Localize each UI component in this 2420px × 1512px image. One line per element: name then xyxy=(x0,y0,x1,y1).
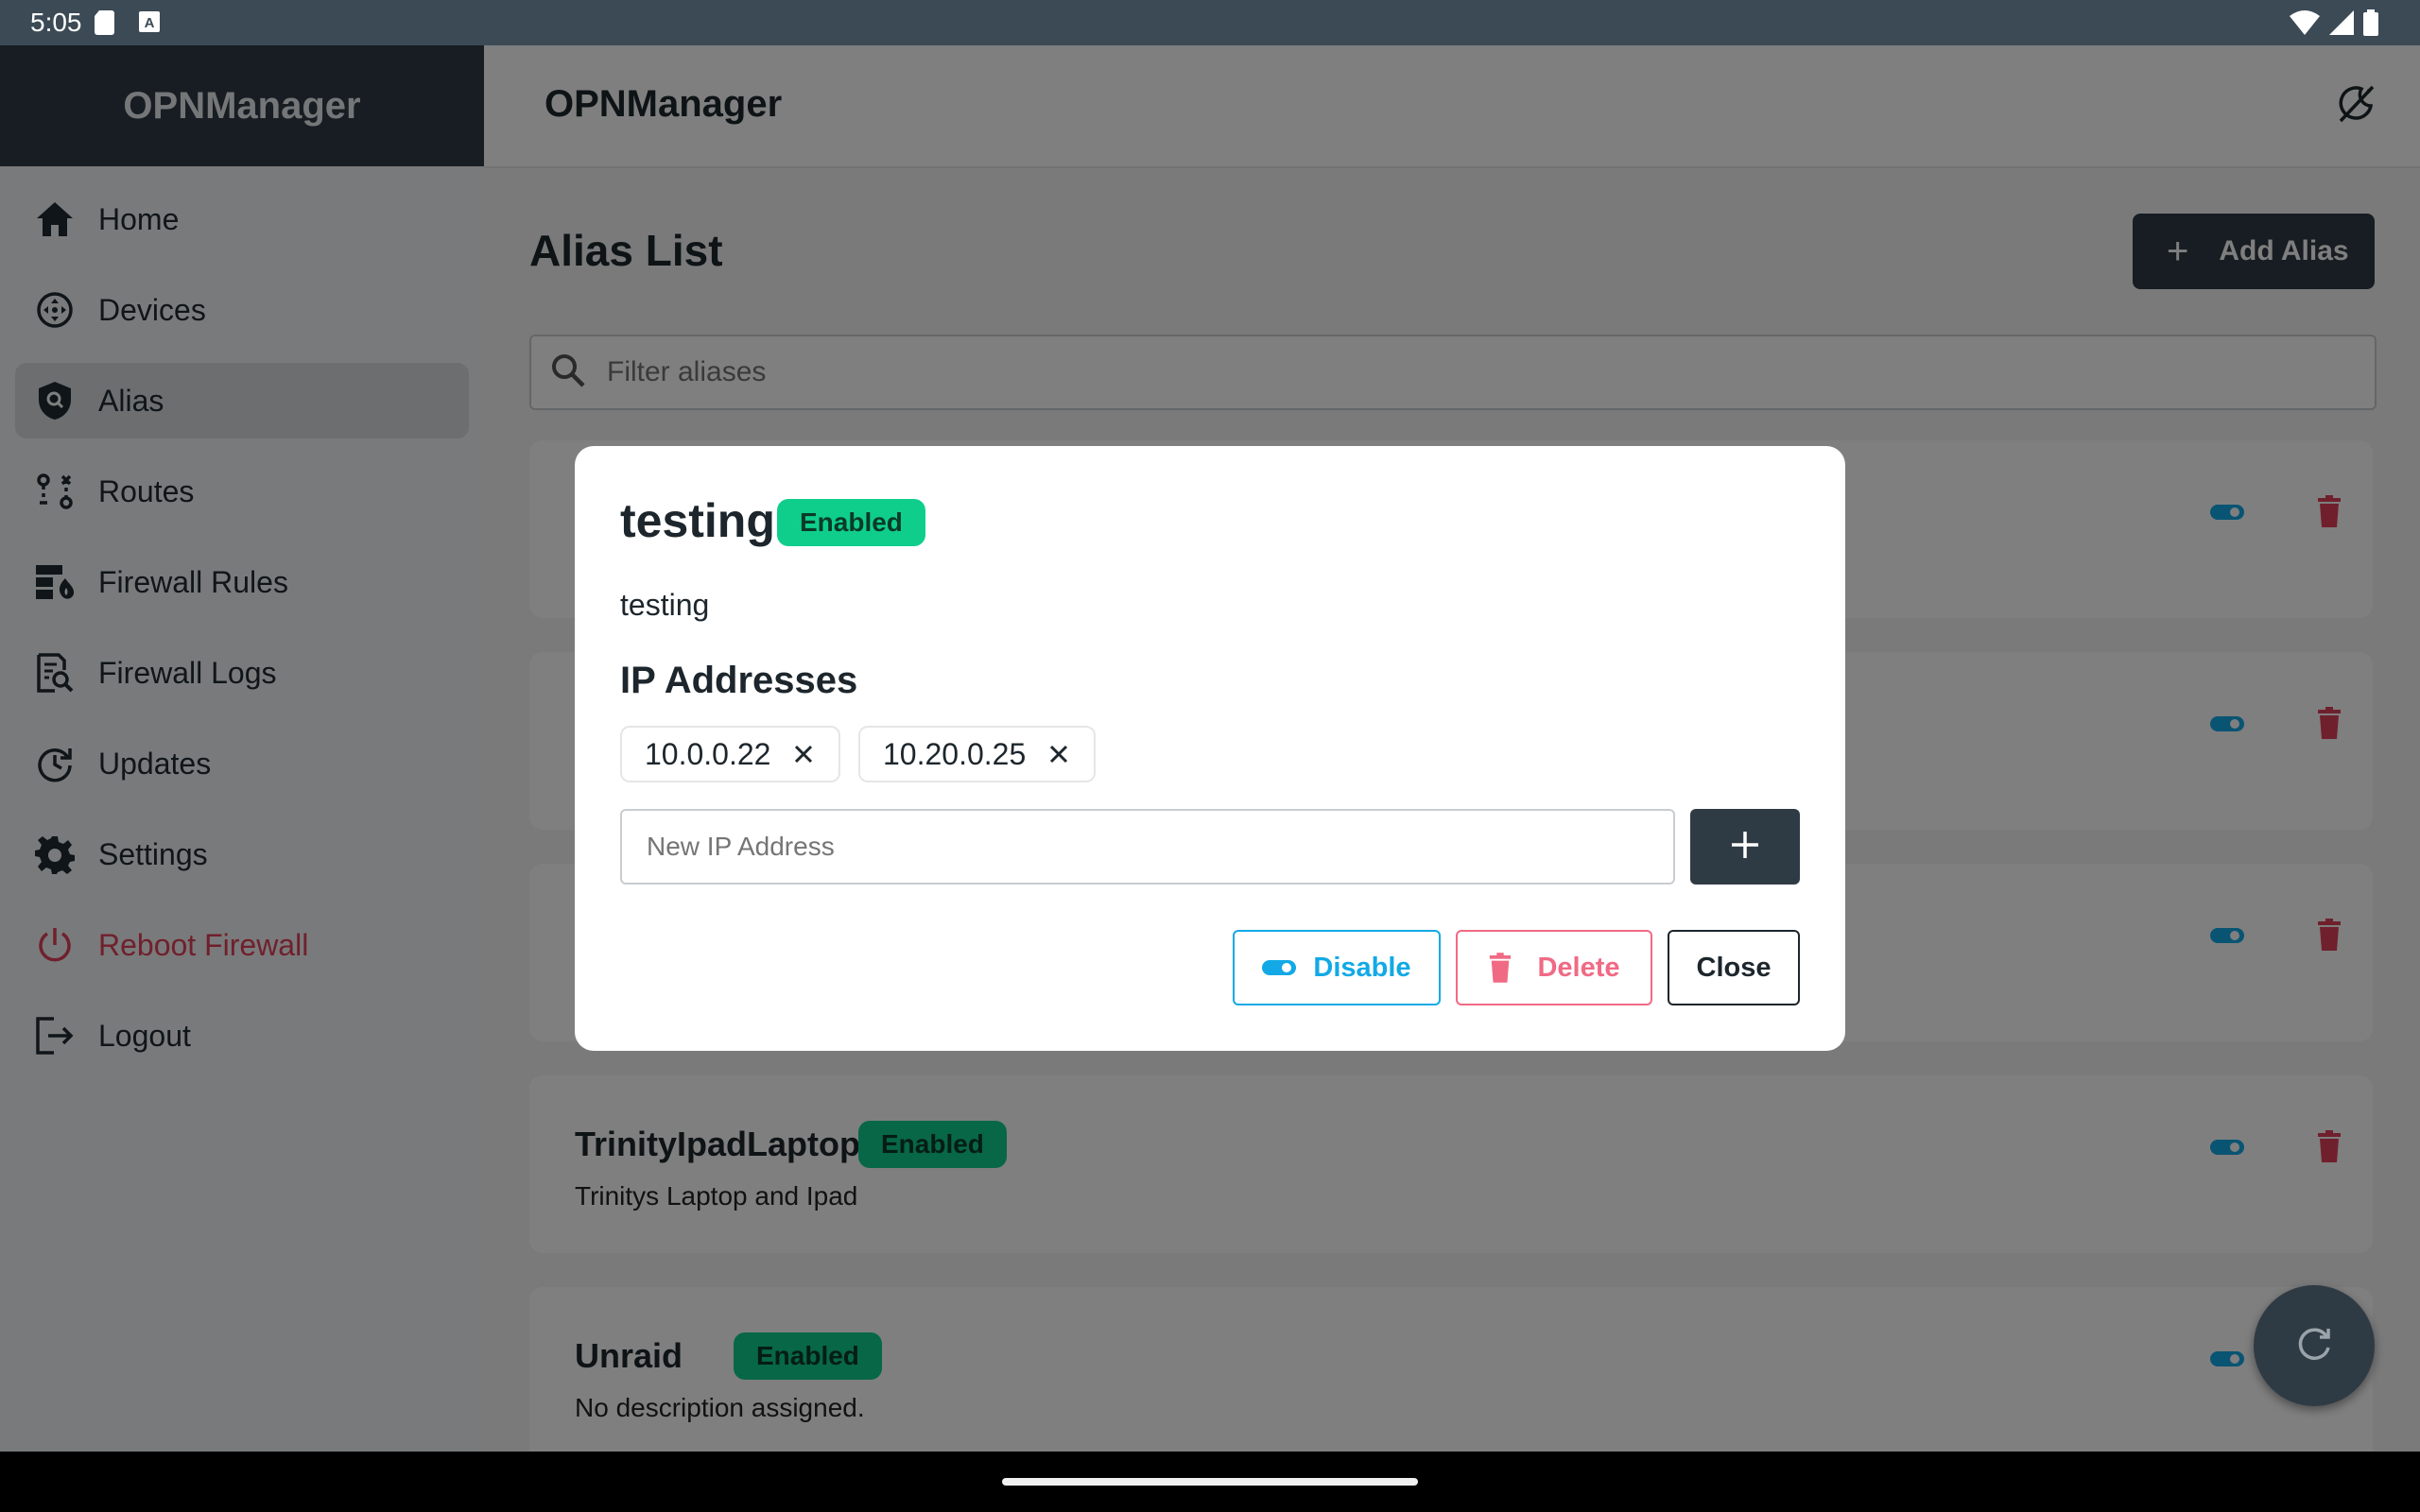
ip-chip-label: 10.0.0.22 xyxy=(645,736,771,771)
alias-detail-dialog: testing Enabled testing IP Addresses 10.… xyxy=(575,446,1845,1051)
ip-chip: 10.20.0.25 xyxy=(858,726,1097,782)
disable-button[interactable]: Disable xyxy=(1233,930,1441,1005)
toggle-icon xyxy=(1262,958,1297,977)
signal-icon xyxy=(2329,10,2354,40)
disable-label: Disable xyxy=(1313,952,1411,983)
new-ip-field[interactable] xyxy=(620,809,1675,885)
ip-addresses-heading: IP Addresses xyxy=(620,660,858,701)
plus-icon xyxy=(1730,830,1760,865)
wifi-icon xyxy=(2290,10,2320,40)
status-time: 5:05 xyxy=(30,8,82,37)
svg-text:A: A xyxy=(145,15,155,31)
ip-chip-label: 10.20.0.25 xyxy=(883,736,1027,771)
sd-card-icon xyxy=(95,10,115,40)
keyboard-a-icon: A xyxy=(138,10,161,38)
gesture-handle[interactable] xyxy=(1002,1478,1418,1486)
battery-icon xyxy=(2363,9,2378,41)
delete-label: Delete xyxy=(1537,952,1620,983)
remove-ip-icon[interactable] xyxy=(1048,744,1069,765)
status-bar: 5:05 A xyxy=(0,0,2420,45)
status-right-icons xyxy=(2290,9,2378,41)
status-badge: Enabled xyxy=(777,499,925,546)
delete-button[interactable]: Delete xyxy=(1456,930,1652,1005)
ip-chip: 10.0.0.22 xyxy=(620,726,841,782)
dialog-title: testing xyxy=(620,494,775,547)
trash-icon xyxy=(1488,953,1512,983)
dialog-description: testing xyxy=(620,588,710,622)
add-ip-button[interactable] xyxy=(1690,809,1800,885)
close-label: Close xyxy=(1696,952,1772,983)
remove-ip-icon[interactable] xyxy=(793,744,814,765)
refresh-button[interactable] xyxy=(2254,1285,2375,1406)
new-ip-input[interactable] xyxy=(645,831,1651,863)
refresh-icon xyxy=(2295,1325,2333,1367)
system-navigation-bar xyxy=(0,1452,2420,1512)
close-button[interactable]: Close xyxy=(1668,930,1800,1005)
